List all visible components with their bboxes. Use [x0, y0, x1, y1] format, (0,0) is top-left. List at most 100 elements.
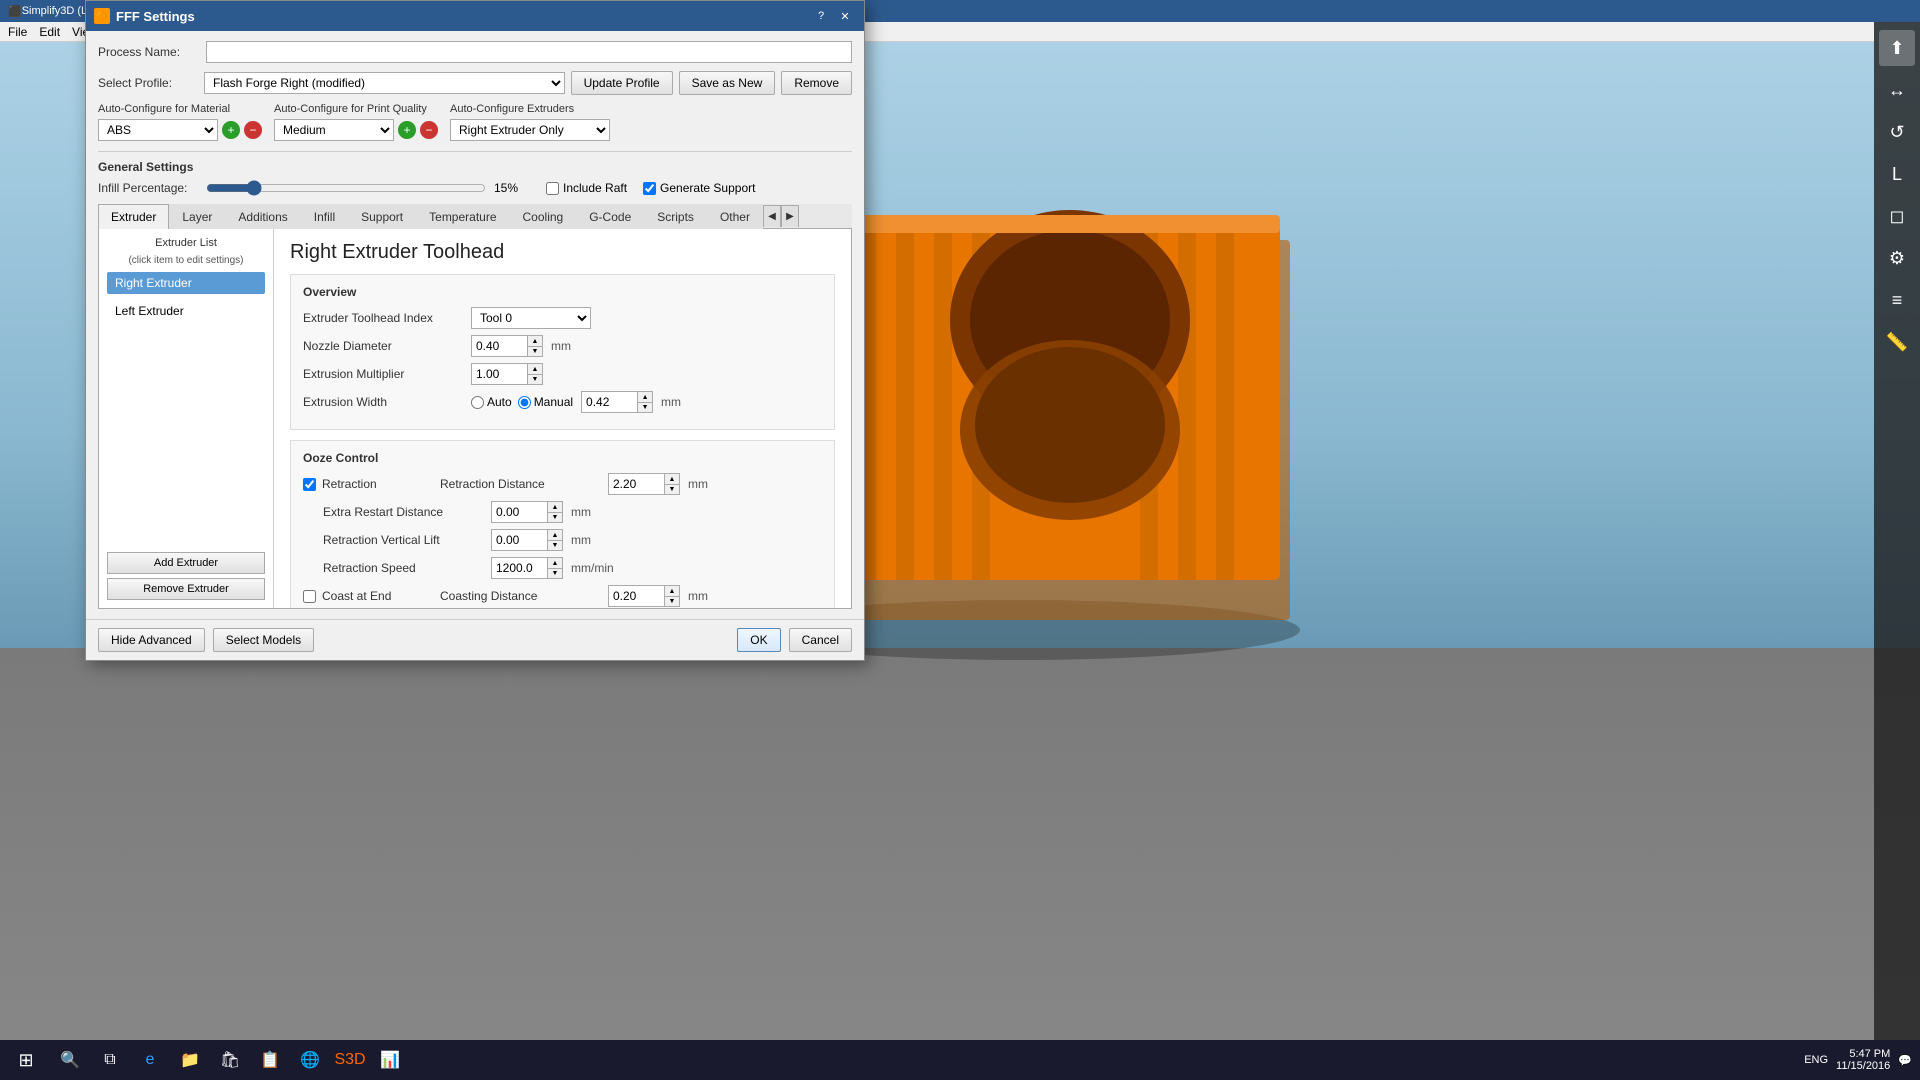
add-quality-btn[interactable]: +: [398, 121, 416, 139]
profile-select[interactable]: Flash Forge Right (modified): [204, 72, 565, 94]
tab-extruder[interactable]: Extruder: [98, 204, 169, 229]
coasting-distance-up-btn[interactable]: ▲: [665, 586, 679, 596]
coasting-distance-unit: mm: [688, 589, 708, 603]
measure-btn[interactable]: 📏: [1879, 324, 1915, 360]
extra-restart-up-btn[interactable]: ▲: [548, 502, 562, 512]
settings-btn[interactable]: ⚙: [1879, 240, 1915, 276]
tab-gcode[interactable]: G-Code: [576, 204, 644, 229]
nozzle-input[interactable]: [472, 336, 527, 356]
nozzle-down-btn[interactable]: ▼: [528, 346, 542, 356]
remove-extruder-btn[interactable]: Remove Extruder: [107, 578, 265, 600]
multiplier-up-btn[interactable]: ▲: [528, 364, 542, 374]
extruder-config-select[interactable]: Right Extruder Only Left Extruder Only B…: [450, 119, 610, 141]
vertical-lift-spinbox: ▲ ▼: [491, 529, 563, 551]
ext-width-input[interactable]: [582, 392, 637, 412]
save-as-new-btn[interactable]: Save as New: [679, 71, 776, 95]
coast-checkbox[interactable]: [303, 590, 316, 603]
infill-label: Infill Percentage:: [98, 181, 198, 195]
taskbar-edge[interactable]: e: [132, 1042, 168, 1078]
menu-file[interactable]: File: [8, 25, 27, 39]
remove-quality-btn[interactable]: −: [420, 121, 438, 139]
multiplier-input[interactable]: [472, 364, 527, 384]
infill-slider[interactable]: [206, 180, 486, 196]
tab-cooling[interactable]: Cooling: [510, 204, 577, 229]
cancel-btn[interactable]: Cancel: [789, 628, 852, 652]
taskbar-store[interactable]: 🛍: [212, 1042, 248, 1078]
generate-support-checkbox[interactable]: [643, 182, 656, 195]
ext-width-up-btn[interactable]: ▲: [638, 392, 652, 402]
retraction-checkbox[interactable]: [303, 478, 316, 491]
hide-advanced-btn[interactable]: Hide Advanced: [98, 628, 205, 652]
multiplier-label: Extrusion Multiplier: [303, 367, 463, 381]
extruder-item-left[interactable]: Left Extruder: [107, 300, 265, 322]
scale-btn[interactable]: L: [1879, 156, 1915, 192]
taskbar-task-view[interactable]: ⧉: [92, 1042, 128, 1078]
coasting-distance-input[interactable]: [609, 586, 664, 606]
retraction-speed-input[interactable]: [492, 558, 547, 578]
auto-label: Auto: [487, 395, 512, 409]
rotate-btn[interactable]: ↺: [1879, 114, 1915, 150]
tab-infill[interactable]: Infill: [301, 204, 348, 229]
coasting-distance-down-btn[interactable]: ▼: [665, 596, 679, 606]
multiplier-down-btn[interactable]: ▼: [528, 374, 542, 384]
toolhead-select[interactable]: Tool 0 Tool 1: [471, 307, 591, 329]
taskbar-chrome[interactable]: 🌐: [292, 1042, 328, 1078]
tab-layer[interactable]: Layer: [169, 204, 225, 229]
retraction-speed-up-btn[interactable]: ▲: [548, 558, 562, 568]
view-btn[interactable]: ◻: [1879, 198, 1915, 234]
tab-additions[interactable]: Additions: [225, 204, 300, 229]
select-tool-btn[interactable]: ⬆: [1879, 30, 1915, 66]
notification-icon[interactable]: 💬: [1898, 1054, 1912, 1067]
vertical-lift-input[interactable]: [492, 530, 547, 550]
auto-radio[interactable]: [471, 396, 484, 409]
tabs-next-btn[interactable]: ▶: [781, 205, 799, 227]
tab-other[interactable]: Other: [707, 204, 763, 229]
add-extruder-btn[interactable]: Add Extruder: [107, 552, 265, 574]
remove-btn[interactable]: Remove: [781, 71, 852, 95]
vertical-lift-down-btn[interactable]: ▼: [548, 540, 562, 550]
extra-restart-down-btn[interactable]: ▼: [548, 512, 562, 522]
taskbar-app2[interactable]: 📊: [372, 1042, 408, 1078]
retraction-distance-input[interactable]: [609, 474, 664, 494]
dialog-help-btn[interactable]: ?: [810, 7, 832, 25]
material-select[interactable]: ABS PLA PETG: [98, 119, 218, 141]
taskbar-explorer[interactable]: 📁: [172, 1042, 208, 1078]
autoconfig-material-row: ABS PLA PETG + −: [98, 119, 262, 141]
retraction-label: Retraction: [322, 477, 432, 491]
process-name-input[interactable]: [206, 41, 852, 63]
update-profile-btn[interactable]: Update Profile: [571, 71, 673, 95]
dialog-close-btn[interactable]: ✕: [834, 7, 856, 25]
retraction-speed-row: Retraction Speed ▲ ▼ mm/min: [303, 557, 822, 579]
tabs-prev-btn[interactable]: ◀: [763, 205, 781, 227]
app-icon: ⬛: [8, 5, 22, 18]
include-raft-checkbox[interactable]: [546, 182, 559, 195]
retraction-speed-spinbox: ▲ ▼: [491, 557, 563, 579]
select-models-btn[interactable]: Select Models: [213, 628, 314, 652]
tab-support[interactable]: Support: [348, 204, 416, 229]
tab-temperature[interactable]: Temperature: [416, 204, 509, 229]
autoconfig-section: Auto-Configure for Material ABS PLA PETG…: [98, 103, 852, 141]
taskbar-simplify3d[interactable]: S3D: [332, 1042, 368, 1078]
vertical-lift-up-btn[interactable]: ▲: [548, 530, 562, 540]
extruder-item-right[interactable]: Right Extruder: [107, 272, 265, 294]
manual-radio[interactable]: [518, 396, 531, 409]
menu-edit[interactable]: Edit: [39, 25, 60, 39]
menu-btn[interactable]: ≡: [1879, 282, 1915, 318]
retraction-distance-up-btn[interactable]: ▲: [665, 474, 679, 484]
retraction-distance-down-btn[interactable]: ▼: [665, 484, 679, 494]
extra-restart-input[interactable]: [492, 502, 547, 522]
ext-width-down-btn[interactable]: ▼: [638, 402, 652, 412]
start-btn[interactable]: ⊞: [8, 1042, 44, 1078]
add-material-btn[interactable]: +: [222, 121, 240, 139]
profile-row: Select Profile: Flash Forge Right (modif…: [98, 71, 852, 95]
remove-material-btn[interactable]: −: [244, 121, 262, 139]
extra-restart-spinbox: ▲ ▼: [491, 501, 563, 523]
ok-btn[interactable]: OK: [737, 628, 780, 652]
quality-select[interactable]: Low Medium High: [274, 119, 394, 141]
tab-scripts[interactable]: Scripts: [644, 204, 707, 229]
taskbar-app1[interactable]: 📋: [252, 1042, 288, 1078]
translate-btn[interactable]: ↔: [1879, 72, 1915, 108]
taskbar-search[interactable]: 🔍: [52, 1042, 88, 1078]
nozzle-up-btn[interactable]: ▲: [528, 336, 542, 346]
retraction-speed-down-btn[interactable]: ▼: [548, 568, 562, 578]
